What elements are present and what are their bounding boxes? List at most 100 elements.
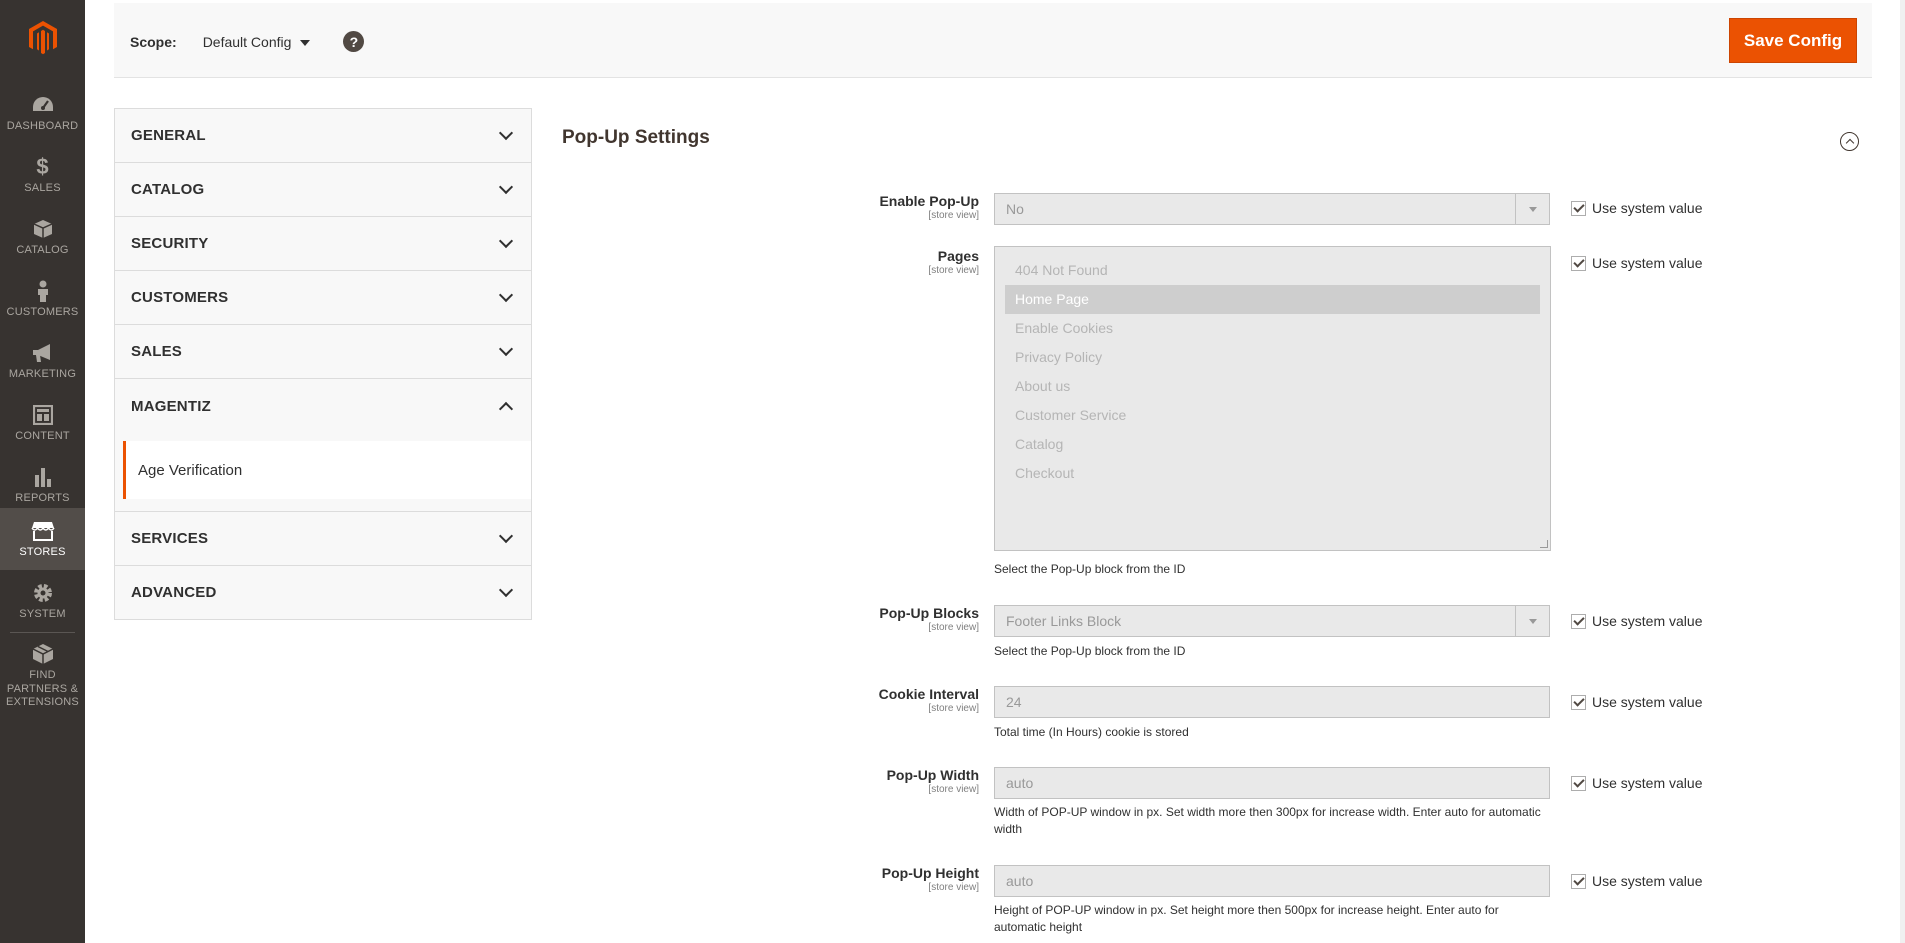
layout-icon (32, 403, 53, 427)
popup-height-use-system[interactable]: Use system value (1571, 873, 1702, 889)
admin-menu: DASHBOARD $ SALES CATALOG CUSTOMERS MARK… (0, 0, 85, 943)
pages-option[interactable]: Catalog (1005, 430, 1540, 459)
use-system-label: Use system value (1592, 200, 1703, 216)
enable-popup-select[interactable]: No (994, 193, 1550, 225)
collapse-icon[interactable] (1840, 132, 1859, 151)
pages-option-selected[interactable]: Home Page (1005, 285, 1540, 314)
tab-label: GENERAL (131, 127, 206, 144)
tab-label: CUSTOMERS (131, 289, 229, 306)
popup-height-input[interactable]: auto (994, 865, 1550, 897)
nav-divider (10, 632, 75, 633)
popup-width-use-system[interactable]: Use system value (1571, 775, 1702, 791)
cookie-interval-input[interactable]: 24 (994, 686, 1550, 718)
config-tabs: GENERAL CATALOG SECURITY CUSTOMERS SALES… (114, 108, 532, 620)
field-scope: [store view] (928, 784, 979, 795)
popup-blocks-label: Pop-Up Blocks [store view] (879, 605, 979, 633)
checkbox-checked-icon[interactable] (1571, 200, 1586, 216)
bar-chart-icon (34, 465, 52, 489)
dollar-icon: $ (36, 153, 49, 179)
dropdown-arrow-icon (1515, 606, 1549, 636)
popup-blocks-select[interactable]: Footer Links Block (994, 605, 1550, 637)
pages-option[interactable]: Enable Cookies (1005, 314, 1540, 343)
use-system-label: Use system value (1592, 255, 1703, 271)
nav-label: SYSTEM (19, 607, 66, 620)
nav-find-partners[interactable]: FIND PARTNERS & EXTENSIONS (0, 638, 85, 714)
pages-option[interactable]: 404 Not Found (1005, 256, 1540, 285)
nav-stores[interactable]: STORES (0, 508, 85, 570)
pages-option[interactable]: Checkout (1005, 459, 1540, 488)
popup-width-label: Pop-Up Width [store view] (887, 767, 979, 795)
nav-system[interactable]: SYSTEM (0, 570, 85, 632)
cookie-interval-use-system[interactable]: Use system value (1571, 694, 1702, 710)
pages-use-system[interactable]: Use system value (1571, 255, 1702, 271)
megaphone-icon (32, 341, 54, 365)
popup-width-input[interactable]: auto (994, 767, 1550, 799)
page-scrollbar[interactable] (1900, 0, 1905, 943)
pages-multiselect[interactable]: 404 Not Found Home Page Enable Cookies P… (994, 246, 1551, 551)
scope-dropdown[interactable]: Default Config (203, 34, 311, 50)
tab-label: CATALOG (131, 181, 205, 198)
tab-services[interactable]: SERVICES (115, 512, 531, 566)
nav-label: STORES (19, 545, 66, 558)
use-system-label: Use system value (1592, 775, 1703, 791)
field-scope: [store view] (928, 703, 979, 714)
save-config-button[interactable]: Save Config (1729, 18, 1857, 63)
resize-handle-icon[interactable] (1540, 540, 1548, 548)
chevron-down-icon (498, 528, 514, 544)
tab-label: MAGENTIZ (131, 397, 211, 415)
partners-icon (32, 642, 54, 666)
field-name: Pop-Up Width (886, 767, 979, 783)
tab-label: SALES (131, 343, 183, 360)
use-system-label: Use system value (1592, 613, 1703, 629)
dropdown-arrow-icon (1515, 194, 1549, 224)
field-scope: [store view] (928, 265, 979, 276)
popup-blocks-use-system[interactable]: Use system value (1571, 613, 1702, 629)
field-name: Pop-Up Blocks (879, 605, 979, 621)
gear-icon (32, 581, 54, 605)
tab-general[interactable]: GENERAL (115, 109, 531, 163)
tab-magentiz[interactable]: MAGENTIZ (115, 379, 531, 433)
nav-label: CUSTOMERS (6, 305, 79, 318)
nav-sales[interactable]: $ SALES (0, 144, 85, 206)
popup-height-note: Height of POP-UP window in px. Set heigh… (994, 903, 1499, 934)
tab-customers[interactable]: CUSTOMERS (115, 271, 531, 325)
nav-label: FIND PARTNERS & EXTENSIONS (6, 668, 79, 709)
store-icon (30, 519, 55, 543)
popup-width-note: Width of POP-UP window in px. Set width … (994, 805, 1541, 836)
nav-content[interactable]: CONTENT (0, 392, 85, 454)
pages-note: Select the Pop-Up block from the ID (994, 562, 1186, 576)
subtab-age-verification[interactable]: Age Verification (123, 441, 531, 499)
pages-option[interactable]: About us (1005, 372, 1540, 401)
checkbox-checked-icon[interactable] (1571, 694, 1586, 710)
magento-logo[interactable] (0, 0, 85, 75)
tab-advanced[interactable]: ADVANCED (115, 566, 531, 620)
section-title[interactable]: Pop-Up Settings (562, 127, 710, 149)
checkbox-checked-icon[interactable] (1571, 613, 1586, 629)
checkbox-checked-icon[interactable] (1571, 255, 1586, 271)
nav-dashboard[interactable]: DASHBOARD (0, 82, 85, 144)
tab-catalog[interactable]: CATALOG (115, 163, 531, 217)
scope-label: Scope: (130, 33, 177, 50)
dashboard-icon (32, 93, 54, 117)
nav-label: CATALOG (16, 243, 69, 256)
checkbox-checked-icon[interactable] (1571, 873, 1586, 889)
input-value: auto (1006, 873, 1034, 889)
nav-reports[interactable]: REPORTS (0, 454, 85, 516)
nav-catalog[interactable]: CATALOG (0, 206, 85, 268)
enable-popup-use-system[interactable]: Use system value (1571, 200, 1702, 216)
help-icon[interactable]: ? (343, 31, 365, 52)
nav-customers[interactable]: CUSTOMERS (0, 268, 85, 330)
pages-option[interactable]: Privacy Policy (1005, 343, 1540, 372)
tab-security[interactable]: SECURITY (115, 217, 531, 271)
chevron-down-icon (498, 582, 514, 598)
field-scope: [store view] (928, 210, 979, 221)
tab-label: SERVICES (131, 530, 209, 547)
field-scope: [store view] (928, 882, 979, 893)
chevron-down-icon (498, 341, 514, 357)
pages-option[interactable]: Customer Service (1005, 401, 1540, 430)
checkbox-checked-icon[interactable] (1571, 775, 1586, 791)
nav-label: DASHBOARD (6, 119, 79, 132)
nav-label: MARKETING (8, 367, 77, 380)
tab-sales[interactable]: SALES (115, 325, 531, 379)
nav-marketing[interactable]: MARKETING (0, 330, 85, 392)
